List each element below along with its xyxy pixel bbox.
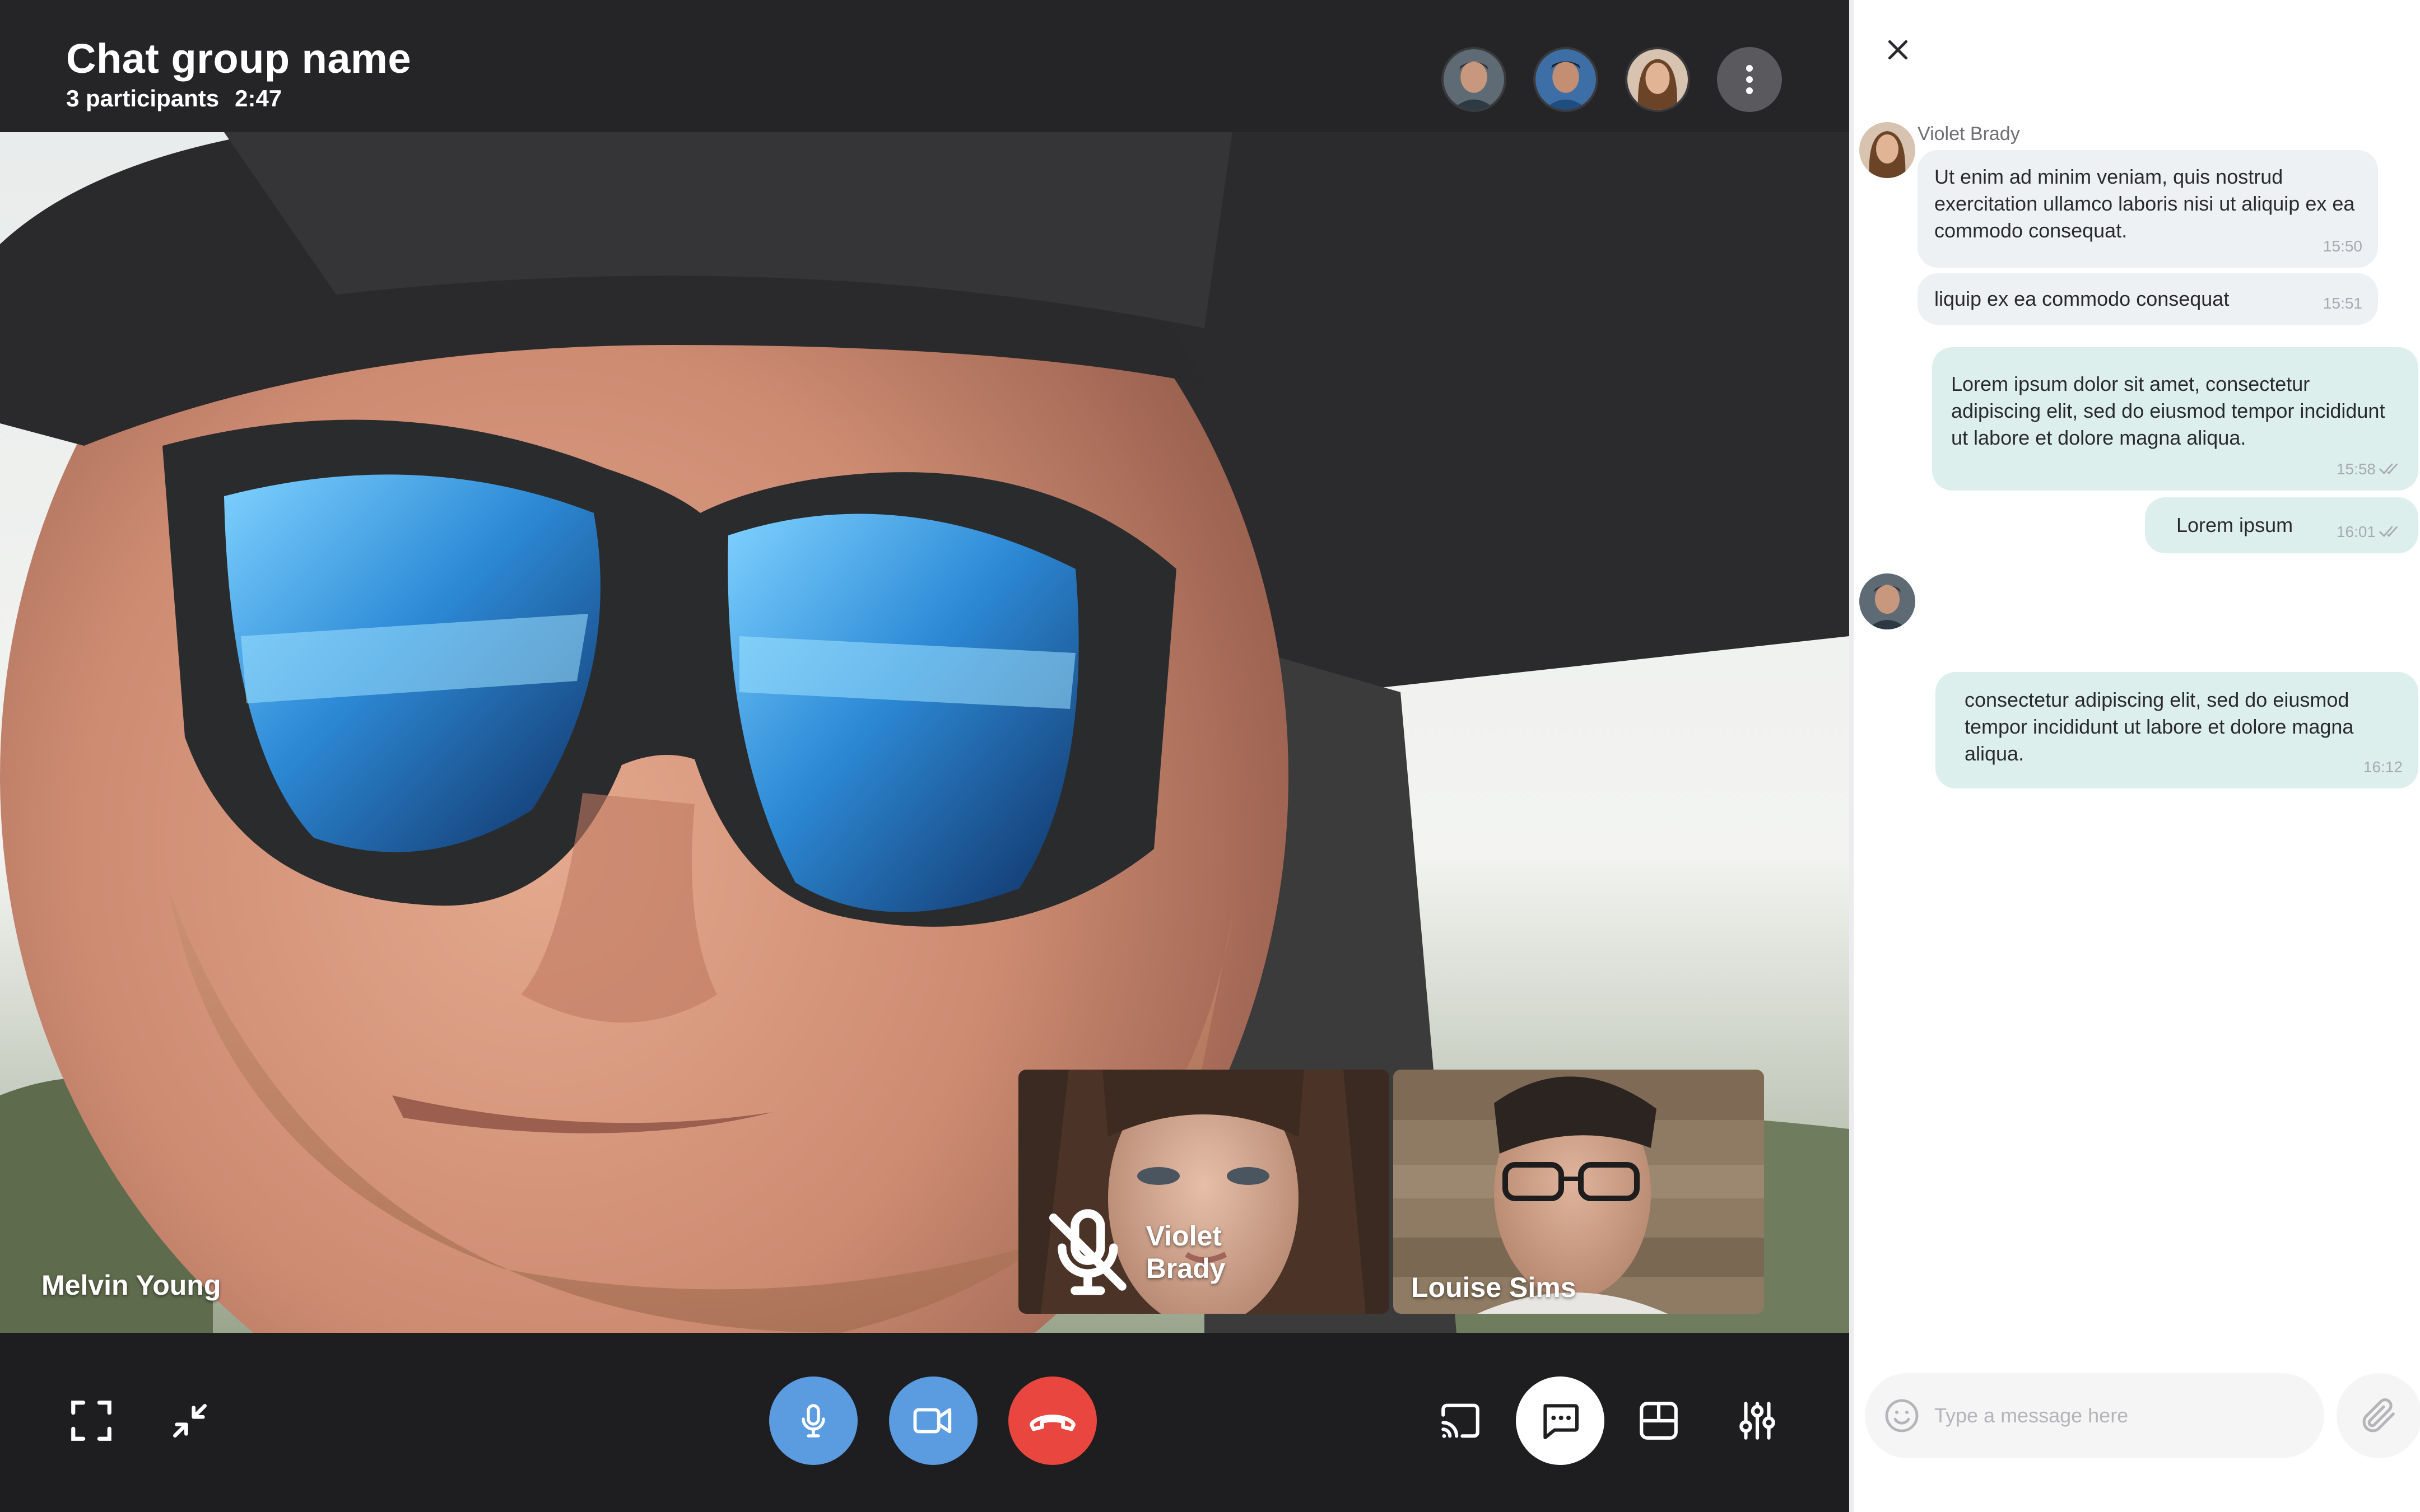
fullscreen-button[interactable] — [61, 1390, 122, 1452]
paperclip-icon — [2362, 1398, 2395, 1432]
minimize-icon — [173, 1404, 207, 1438]
settings-sliders-icon — [1739, 1402, 1775, 1440]
message-text: consectetur adipiscing elit, sed do eius… — [1965, 688, 2354, 765]
participant-name: Louise Sims — [1411, 1272, 1576, 1303]
message-bubble-own: Lorem ipsum 16:01 — [2145, 497, 2418, 553]
main-participant-name: Melvin Young — [41, 1270, 221, 1301]
avatar-image — [1444, 49, 1504, 110]
avatar-participant-2[interactable] — [1533, 47, 1598, 112]
participant-name: Violet Brady — [1146, 1220, 1226, 1285]
layout-icon — [1640, 1402, 1678, 1440]
double-check-icon — [2379, 526, 2398, 538]
chat-icon — [1543, 1404, 1579, 1439]
message-composer — [1865, 1373, 2324, 1458]
message-time: 16:01 — [2336, 523, 2376, 540]
avatar-image — [1859, 573, 1915, 629]
avatar-violet[interactable] — [1625, 47, 1690, 112]
message-time: 15:51 — [2323, 295, 2362, 312]
message-text: Lorem ipsum dolor sit amet, consectetur … — [1951, 372, 2385, 449]
fullscreen-icon — [71, 1401, 111, 1441]
call-header: Chat group name 3 participants 2:47 — [0, 0, 1849, 132]
microphone-muted-icon — [1049, 1209, 1127, 1295]
call-meta: 3 participants 2:47 — [66, 85, 297, 112]
participant-avatars — [1441, 47, 1782, 112]
message-bubble-own: Lorem ipsum dolor sit amet, consectetur … — [1932, 347, 2418, 491]
attach-button[interactable] — [2337, 1373, 2420, 1458]
participant-label: Louise Sims — [1411, 1271, 1576, 1304]
message-input[interactable] — [1934, 1398, 2293, 1434]
more-vertical-icon — [1746, 65, 1753, 94]
cast-button[interactable] — [1430, 1390, 1491, 1452]
message-sender-name: Violet Brady — [1918, 123, 2020, 144]
minimize-button[interactable] — [159, 1390, 221, 1452]
emoji-icon[interactable] — [1882, 1396, 1922, 1436]
close-icon — [1888, 40, 1908, 60]
participant-label: Violet Brady — [1036, 1201, 1232, 1304]
message-bubble: liquip ex ea commodo consequat 15:51 — [1918, 273, 2378, 325]
chat-panel: Violet Brady Ut enim ad minim veniam, qu… — [1849, 0, 2420, 1512]
message-time: 15:50 — [2323, 237, 2362, 255]
message-sender-avatar — [1859, 573, 1915, 629]
microphone-button[interactable] — [769, 1376, 858, 1465]
double-check-icon — [2379, 463, 2398, 475]
camera-button[interactable] — [889, 1376, 978, 1465]
avatar-image — [1535, 49, 1596, 110]
message-text: liquip ex ea commodo consequat — [1934, 287, 2230, 310]
call-controls — [0, 1333, 1849, 1512]
message-bubble-own: consectetur adipiscing elit, sed do eius… — [1935, 672, 2418, 788]
participant-tile-violet[interactable]: Violet Brady — [1018, 1070, 1389, 1314]
message-time: 16:12 — [2363, 758, 2403, 776]
hang-up-button[interactable] — [1008, 1376, 1097, 1465]
participant-tile-louise[interactable]: Louise Sims — [1393, 1070, 1764, 1314]
microphone-icon — [802, 1404, 825, 1438]
message-text: Ut enim ad minim veniam, quis nostrud ex… — [1934, 165, 2355, 242]
more-options-button[interactable] — [1717, 47, 1782, 112]
message-time-read: 15:58 — [2337, 456, 2403, 483]
video-camera-icon — [913, 1408, 952, 1434]
settings-button[interactable] — [1726, 1390, 1788, 1452]
message-time: 15:58 — [2336, 460, 2376, 478]
message-sender-avatar — [1859, 122, 1915, 178]
participant-count: 3 participants — [66, 85, 220, 111]
chat-toggle-button[interactable] — [1516, 1376, 1604, 1465]
chat-group-title: Chat group name — [66, 35, 411, 82]
avatar-melvin[interactable] — [1441, 47, 1506, 112]
avatar-image — [1859, 122, 1915, 178]
message-time-read: 16:01 — [2337, 519, 2403, 545]
message-bubble: Ut enim ad minim veniam, quis nostrud ex… — [1918, 150, 2378, 268]
video-call-area: Melvin Young Violet Brady Louise Sims Ch… — [0, 0, 1849, 1512]
call-duration: 2:47 — [235, 85, 282, 111]
close-chat-button[interactable] — [1878, 30, 1918, 69]
cast-icon — [1441, 1403, 1479, 1438]
hang-up-icon — [1030, 1415, 1076, 1431]
avatar-image — [1627, 49, 1688, 110]
layout-button[interactable] — [1628, 1390, 1690, 1452]
